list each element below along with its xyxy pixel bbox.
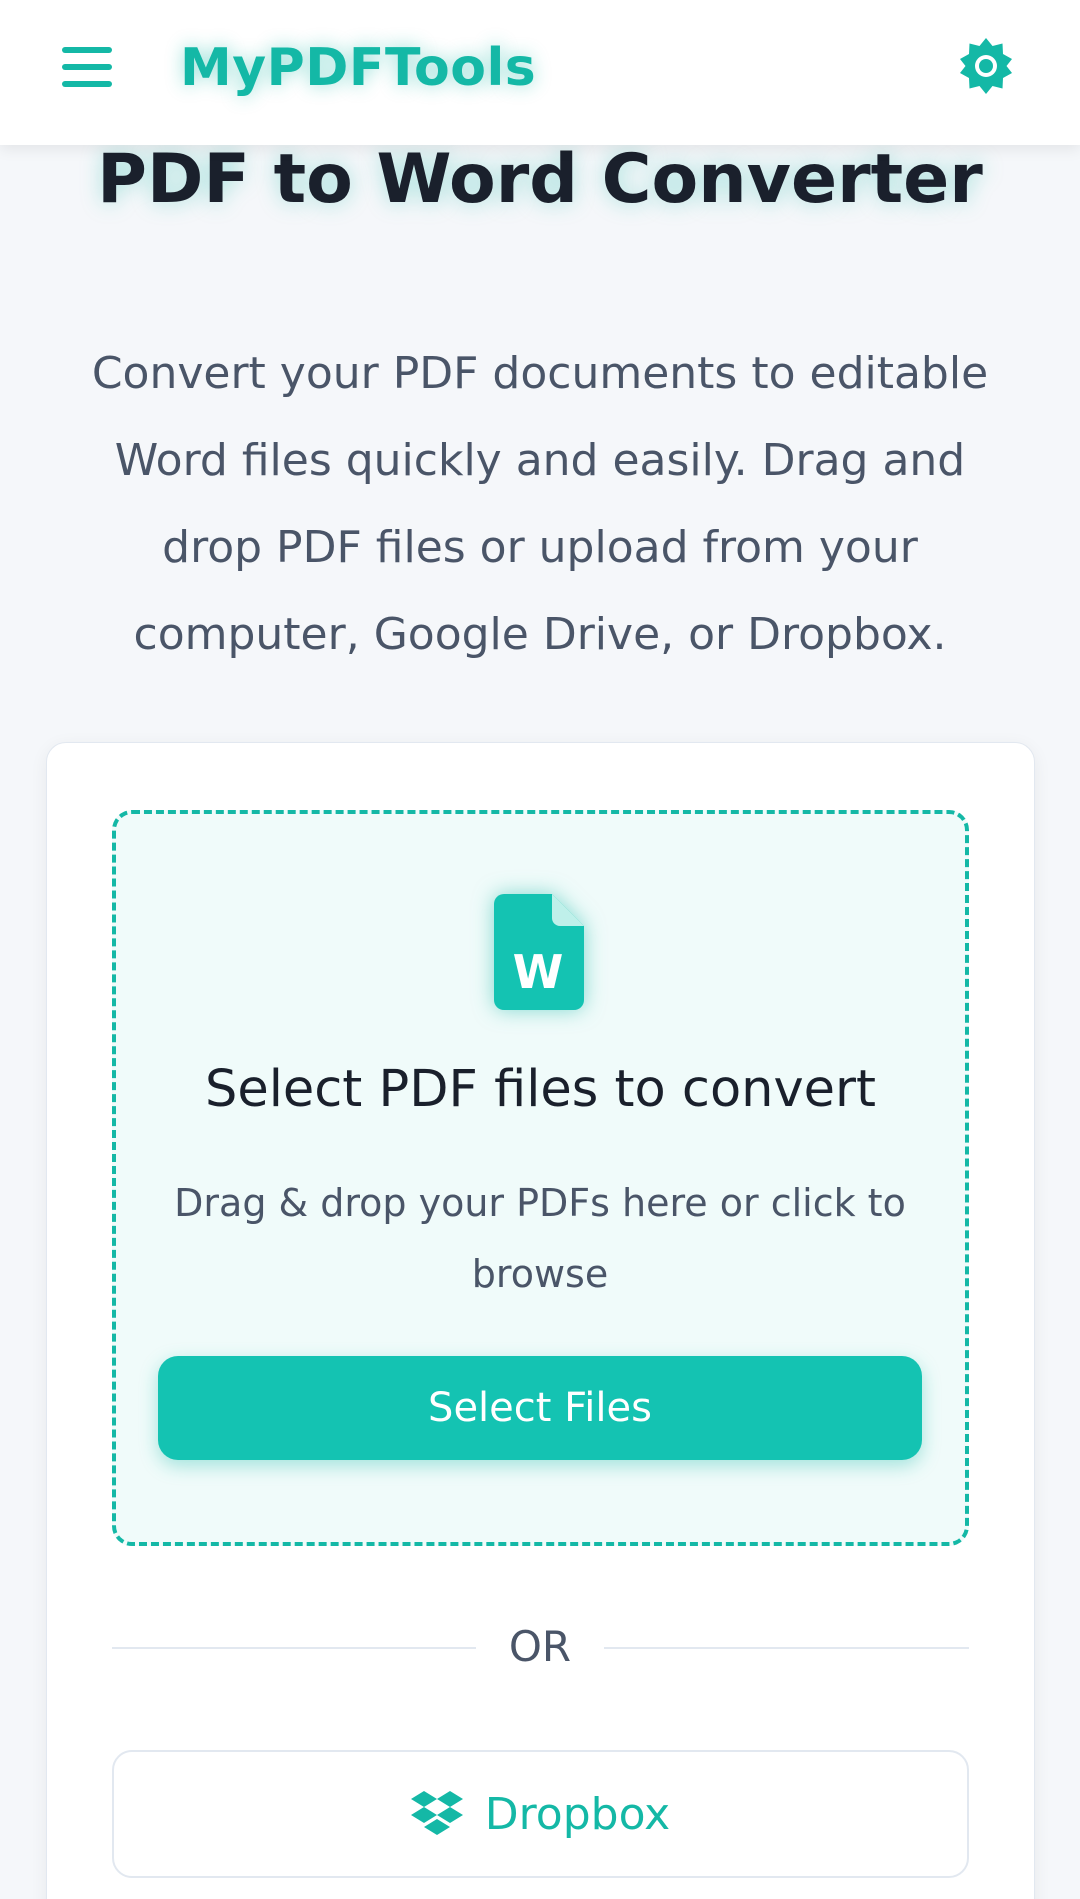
page-description: Convert your PDF documents to editable W… <box>91 348 989 660</box>
brand-logo-text[interactable]: MyPDFTools <box>180 38 536 98</box>
sun-icon <box>960 38 1012 94</box>
svg-text:W: W <box>513 945 564 999</box>
theme-toggle-button[interactable] <box>950 30 1022 102</box>
dropzone-subtitle: Drag & drop your PDFs here or click to b… <box>174 1181 906 1296</box>
top-app-bar: MyPDFTools <box>0 0 1080 145</box>
select-files-button[interactable]: Select Files <box>158 1356 922 1460</box>
dropbox-upload-button[interactable]: Dropbox <box>112 1750 969 1878</box>
divider-line-left <box>112 1647 476 1649</box>
hamburger-menu-icon <box>62 47 112 87</box>
or-divider-label: OR <box>508 1622 572 1671</box>
divider-line-right <box>604 1647 969 1649</box>
dropzone-title: Select PDF files to convert <box>204 1060 877 1119</box>
dropbox-icon <box>410 1791 463 1835</box>
dropbox-label: Dropbox <box>484 1788 671 1840</box>
word-file-icon: W <box>494 894 584 1010</box>
page-title: PDF to Word Converter <box>97 140 983 219</box>
menu-button[interactable] <box>56 36 118 98</box>
page: MyPDFTools PDF to Word Converter Convert… <box>0 0 1080 1899</box>
